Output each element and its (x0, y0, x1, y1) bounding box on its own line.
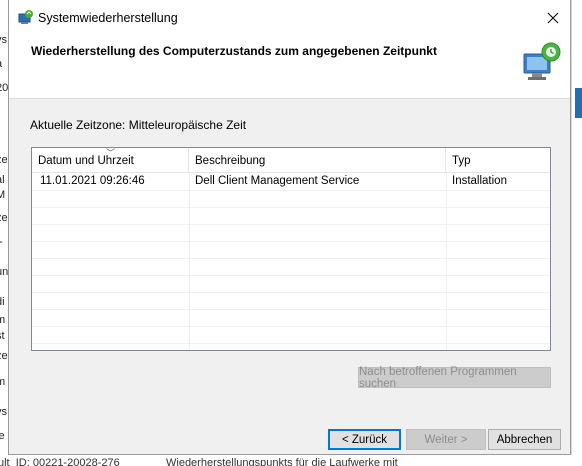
grid-line (32, 292, 550, 293)
grid-line (32, 190, 550, 191)
list-header: Datum und Uhrzeit ﹀ Beschreibung Typ (32, 148, 550, 173)
close-icon (547, 12, 559, 24)
background-window-right (571, 0, 582, 466)
background-text: un (0, 266, 9, 278)
background-text: al (0, 174, 5, 186)
background-text: 20 (0, 82, 9, 94)
restore-points-list[interactable]: Datum und Uhrzeit ﹀ Beschreibung Typ 11.… (31, 147, 551, 351)
background-text: ult_ID: 00221-20028-276 (0, 457, 120, 466)
background-text: st (0, 330, 5, 342)
grid-line (32, 309, 550, 310)
next-button[interactable]: Weiter > (406, 429, 486, 450)
column-header-type[interactable]: Typ (446, 148, 550, 172)
background-text: ie (0, 430, 5, 442)
scan-affected-programs-button[interactable]: Nach betroffenen Programmen suchen (358, 366, 551, 390)
column-label: Beschreibung (195, 155, 266, 167)
column-label: Datum und Uhrzeit (38, 155, 134, 167)
background-text: di (0, 296, 5, 308)
system-restore-dialog: Systemwiederherstellung Wiederherstellun… (8, 0, 571, 455)
table-row[interactable]: 11.01.2021 09:26:46 Dell Client Manageme… (32, 173, 550, 190)
grid-line (32, 207, 550, 208)
restore-computer-icon (523, 42, 561, 80)
background-text: m (0, 314, 6, 326)
sort-arrow-icon: ﹀ (106, 148, 116, 158)
column-label: Typ (452, 155, 471, 167)
background-text: t- (0, 236, 3, 248)
grid-line (32, 241, 550, 242)
window-title: Systemwiederherstellung (38, 11, 178, 25)
grid-line (32, 258, 550, 259)
background-window-bottom: ult_ID: 00221-20028-276 Wiederherstellun… (0, 455, 582, 466)
background-text: vs (0, 34, 7, 46)
background-text: M (0, 189, 6, 201)
timezone-label: Aktuelle Zeitzone: Mitteleuropäische Zei… (30, 118, 247, 132)
row-description: Dell Client Management Service (195, 175, 360, 187)
grid-line (32, 224, 550, 225)
row-date: 11.01.2021 09:26:46 (40, 175, 145, 187)
grid-line (446, 173, 447, 350)
title-bar[interactable]: Systemwiederherstellung (9, 0, 570, 36)
grid-line (189, 173, 190, 350)
background-text: vs (0, 406, 7, 418)
row-type: Installation (452, 175, 507, 187)
background-text: a (0, 58, 2, 70)
background-text: Wiederherstellungspunkts für die Laufwer… (166, 457, 398, 466)
background-text: ze (0, 350, 8, 362)
background-text: ze (0, 212, 8, 224)
background-text: ze (0, 154, 8, 166)
grid-line (32, 343, 550, 344)
page-title: Wiederherstellung des Computerzustands z… (31, 44, 437, 58)
background-accent (575, 88, 582, 118)
grid-line (32, 275, 550, 276)
dialog-header: Wiederherstellung des Computerzustands z… (9, 36, 570, 99)
column-header-date[interactable]: Datum und Uhrzeit ﹀ (32, 148, 189, 172)
grid-line (32, 326, 550, 327)
cancel-button[interactable]: Abbrechen (488, 429, 561, 450)
restore-icon (18, 10, 33, 24)
column-header-description[interactable]: Beschreibung (189, 148, 446, 172)
background-text: m (0, 376, 6, 388)
back-button[interactable]: < Zurück (328, 429, 401, 450)
close-button[interactable] (542, 7, 564, 29)
